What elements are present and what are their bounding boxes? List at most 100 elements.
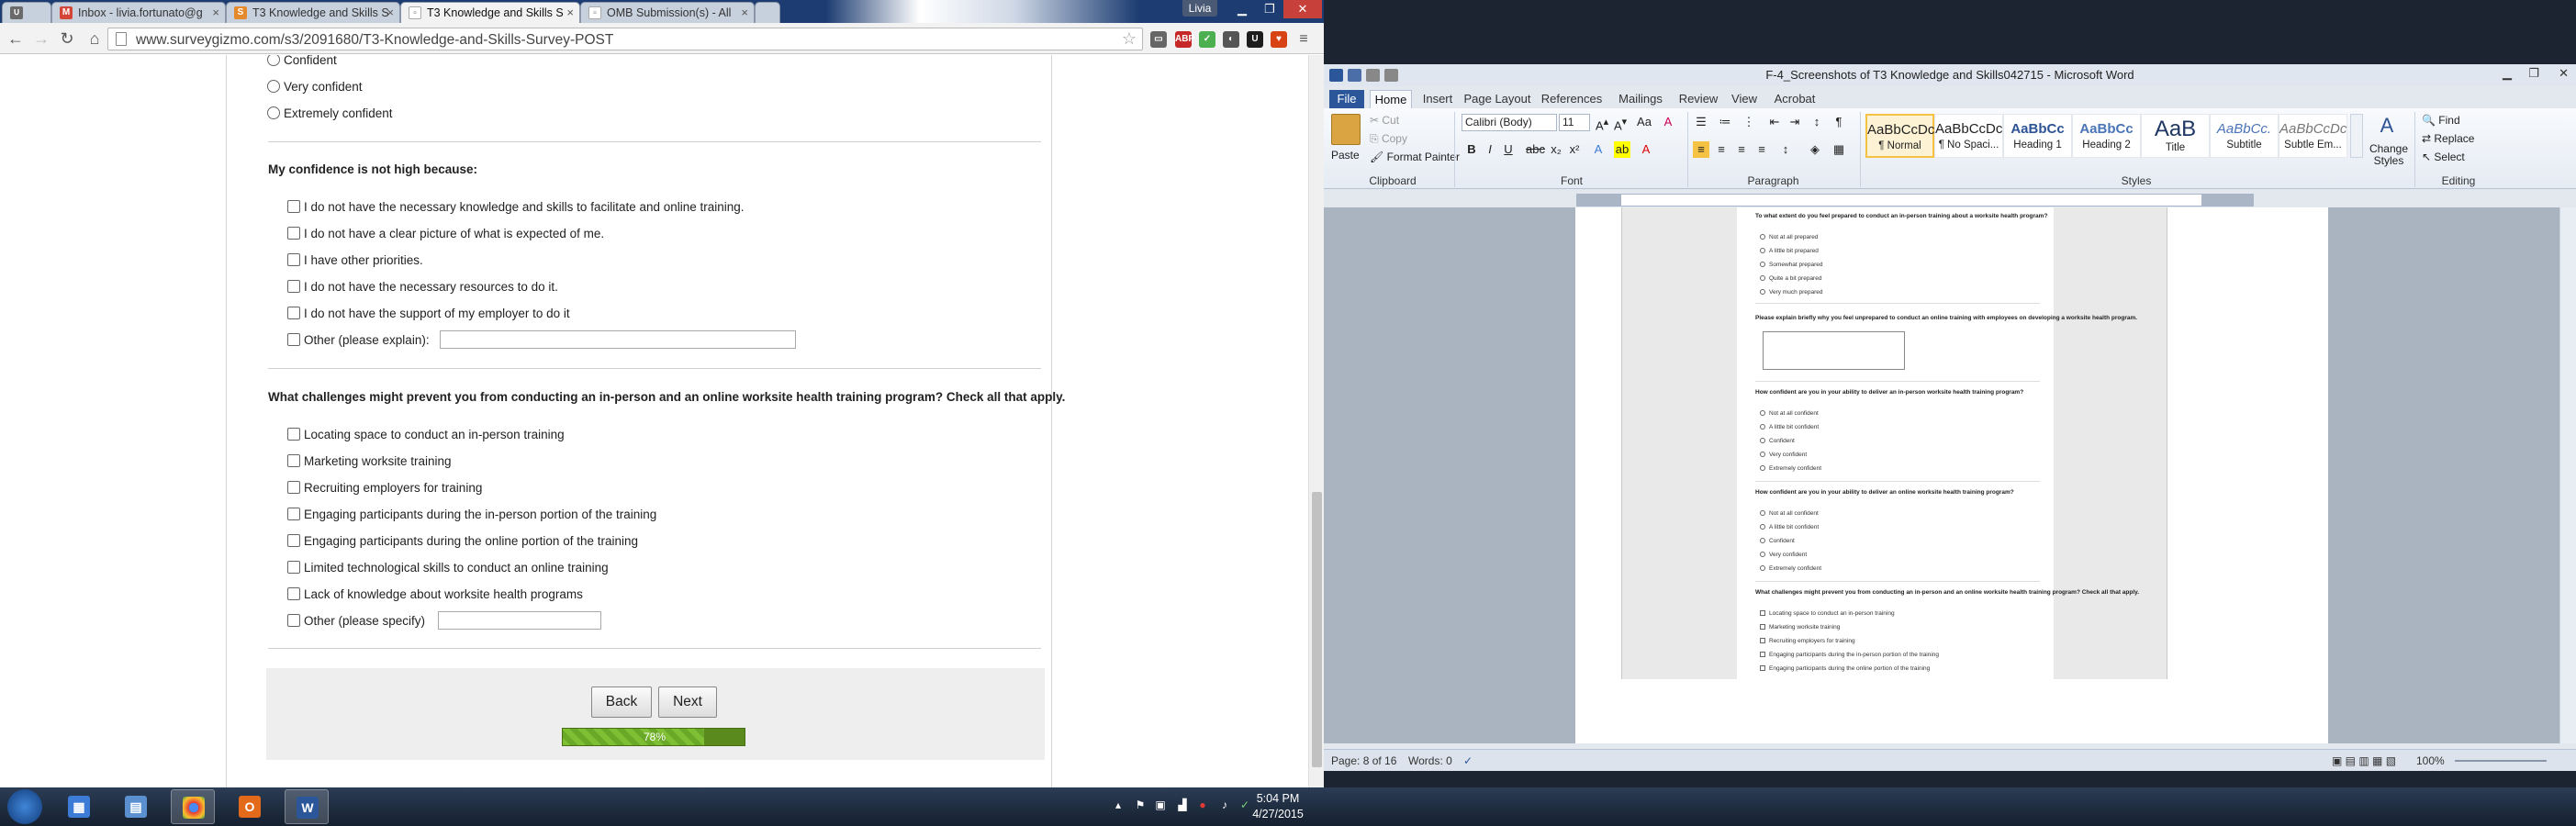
close-icon[interactable]: × — [386, 6, 394, 19]
tab-survey-active[interactable]: ▫ T3 Knowledge and Skills S × — [400, 2, 580, 23]
volume-icon[interactable]: ♪ — [1217, 798, 1232, 812]
checkbox[interactable] — [287, 333, 300, 346]
bold-icon[interactable]: B — [1463, 141, 1480, 158]
tab-file[interactable]: File — [1329, 90, 1364, 108]
subscript-icon[interactable]: x₂ — [1548, 141, 1564, 158]
clock[interactable]: 5:04 PM 4/27/2015 — [1241, 791, 1315, 822]
checkbox-option[interactable]: Marketing worksite training — [287, 454, 452, 468]
checkbox[interactable] — [287, 227, 300, 240]
checkbox[interactable] — [287, 428, 300, 441]
sort-icon[interactable]: ↕ — [1809, 114, 1825, 130]
underline-icon[interactable]: U — [1500, 141, 1517, 158]
address-bar[interactable]: www.surveygizmo.com/s3/2091680/T3-Knowle… — [107, 28, 1143, 50]
checkbox[interactable] — [287, 200, 300, 213]
justify-icon[interactable]: ≡ — [1753, 141, 1770, 158]
radio-button[interactable] — [267, 55, 280, 66]
checkbox-option[interactable]: I do not have the necessary resources to… — [287, 280, 558, 294]
checkbox[interactable] — [287, 280, 300, 293]
profile-button[interactable]: Livia — [1182, 0, 1217, 17]
maximize-icon[interactable]: ❐ — [2528, 66, 2539, 81]
maximize-icon[interactable]: ❐ — [1256, 0, 1283, 18]
checkbox-option[interactable]: Other (please specify) — [287, 614, 425, 628]
paste-button[interactable]: Paste — [1331, 149, 1360, 162]
change-styles-button[interactable]: Change Styles — [2367, 143, 2411, 167]
replace-button[interactable]: ⇄ Replace — [2422, 132, 2474, 145]
taskbar-explorer[interactable]: ▦ — [57, 789, 101, 824]
vertical-scrollbar[interactable] — [1308, 55, 1324, 787]
checkbox-option[interactable]: Engaging participants during the in-pers… — [287, 508, 656, 521]
word-vertical-scrollbar[interactable] — [2559, 207, 2576, 743]
tab-survey-1[interactable]: S T3 Knowledge and Skills S × — [226, 2, 400, 23]
checkbox-option[interactable]: I do not have the necessary knowledge an… — [287, 200, 745, 214]
checkbox-option[interactable]: Recruiting employers for training — [287, 481, 482, 495]
increase-indent-icon[interactable]: ⇥ — [1786, 114, 1803, 130]
style-title[interactable]: AaB Title — [2141, 114, 2210, 158]
tab-review[interactable]: Review — [1674, 90, 1722, 108]
back-button[interactable]: Back — [591, 686, 652, 718]
extension-red-icon[interactable]: ♥ — [1271, 31, 1287, 48]
highlight-icon[interactable]: ab — [1614, 141, 1630, 158]
page-count[interactable]: Page: 8 of 16 — [1331, 754, 1396, 767]
format-painter-button[interactable]: 🖌 Format Painter — [1370, 151, 1460, 163]
tab-inbox[interactable]: M Inbox - livia.fortunato@g × — [51, 2, 226, 23]
security-icon[interactable]: ● — [1195, 798, 1210, 812]
strikethrough-icon[interactable]: abc — [1526, 141, 1545, 158]
change-case-icon[interactable]: Aa — [1636, 114, 1652, 130]
styles-gallery-scroll[interactable] — [2350, 114, 2363, 158]
close-icon[interactable]: × — [741, 6, 748, 19]
other-specify-input[interactable] — [438, 611, 601, 630]
align-right-icon[interactable]: ≡ — [1733, 141, 1750, 158]
close-window-icon[interactable]: ✕ — [1283, 0, 1322, 18]
tab-home[interactable]: Home — [1370, 90, 1412, 108]
copy-button[interactable]: ⎘ Copy — [1370, 132, 1407, 146]
flag-icon[interactable]: ⚑ — [1133, 798, 1148, 812]
minimize-icon[interactable]: ▁ — [1228, 0, 1256, 18]
select-button[interactable]: ↖ Select — [2422, 151, 2465, 163]
taskbar-files[interactable]: ▤ — [114, 789, 158, 824]
align-left-icon[interactable]: ≡ — [1693, 141, 1709, 158]
checkbox-option[interactable]: Locating space to conduct an in-person t… — [287, 428, 565, 441]
pilcrow-icon[interactable]: ¶ — [1831, 114, 1847, 130]
checkbox[interactable] — [287, 307, 300, 319]
borders-icon[interactable]: ▦ — [1831, 141, 1847, 158]
checkbox[interactable] — [287, 587, 300, 600]
cast-icon[interactable]: ▭ — [1150, 31, 1167, 48]
bullets-icon[interactable]: ☰ — [1693, 114, 1709, 130]
tab-omb[interactable]: ▫ OMB Submission(s) - All × — [580, 2, 755, 23]
style-heading-2[interactable]: AaBbCc Heading 2 — [2072, 114, 2141, 158]
font-color-icon[interactable]: A — [1638, 141, 1654, 158]
extension-green-icon[interactable]: ✓ — [1199, 31, 1215, 48]
checkbox-option[interactable]: Limited technological skills to conduct … — [287, 561, 609, 575]
taskbar-word[interactable]: W — [285, 789, 329, 824]
radio-option[interactable]: Very confident — [267, 80, 363, 94]
proofing-icon[interactable]: ✓ — [1463, 754, 1473, 767]
numbering-icon[interactable]: ≔ — [1717, 114, 1733, 130]
view-buttons-icon[interactable]: ▣ ▤ ▥ ▦ ▧ — [2332, 754, 2396, 767]
line-spacing-icon[interactable]: ↕ — [1777, 141, 1794, 158]
italic-icon[interactable]: I — [1482, 141, 1498, 158]
style-heading-1[interactable]: AaBbCc Heading 1 — [2003, 114, 2072, 158]
font-name-select[interactable]: Calibri (Body) — [1462, 114, 1557, 131]
word-count[interactable]: Words: 0 — [1408, 754, 1452, 767]
checkbox[interactable] — [287, 534, 300, 547]
extension-u-icon[interactable]: U — [1247, 31, 1263, 48]
taskbar-outlook[interactable]: O — [228, 789, 272, 824]
checkbox-option[interactable]: I do not have the support of my employer… — [287, 307, 570, 320]
close-icon[interactable]: × — [212, 6, 219, 19]
close-icon[interactable]: × — [566, 6, 574, 19]
forward-arrow-icon[interactable]: → — [31, 28, 51, 49]
close-window-icon[interactable]: ✕ — [2559, 66, 2569, 81]
zoom-slider[interactable] — [2455, 760, 2547, 762]
checkbox-option[interactable]: I have other priorities. — [287, 253, 423, 267]
next-button[interactable]: Next — [658, 686, 717, 718]
taskbar-chrome[interactable] — [171, 789, 215, 824]
checkbox-option[interactable]: Engaging participants during the online … — [287, 534, 638, 548]
multilevel-list-icon[interactable]: ⋮ — [1741, 114, 1757, 130]
clear-formatting-icon[interactable]: A — [1660, 114, 1676, 130]
tab-references[interactable]: References — [1537, 90, 1607, 108]
other-explain-input[interactable] — [440, 330, 796, 349]
grow-font-icon[interactable]: A▴ — [1594, 114, 1610, 132]
superscript-icon[interactable]: x² — [1566, 141, 1583, 158]
change-styles-icon[interactable]: A — [2370, 114, 2403, 141]
checkbox[interactable] — [287, 481, 300, 494]
